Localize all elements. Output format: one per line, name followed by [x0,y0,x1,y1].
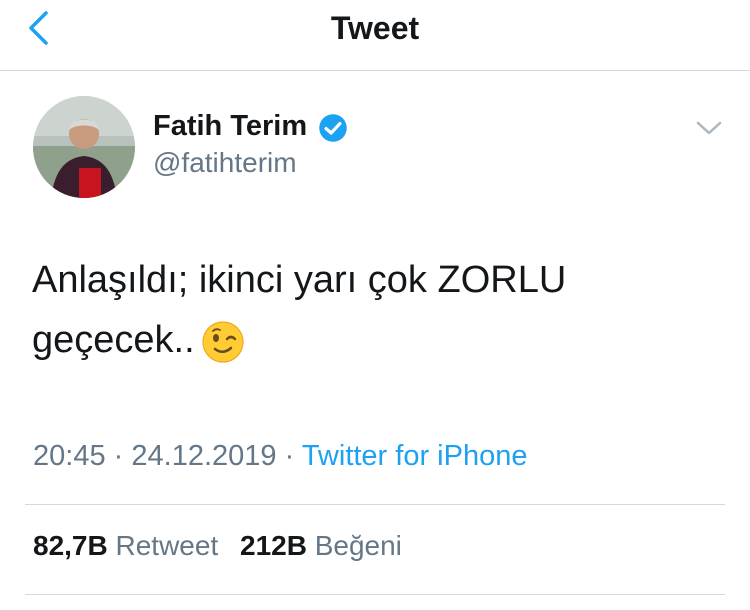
avatar[interactable] [33,96,135,198]
retweet-label: Retweet [115,530,219,561]
chevron-down-icon[interactable] [695,118,723,138]
tweet-time: 20:45 [33,440,106,472]
separator: · [113,440,124,472]
winking-face-emoji-icon [202,321,244,363]
divider [25,594,725,595]
tweet-text: Anlaşıldı; ikinci yarı çok ZORLU geçecek… [32,250,722,370]
divider [25,504,725,505]
tweet-text-line-2: geçecek.. [32,310,722,370]
tweet-date: 24.12.2019 [131,440,277,472]
top-navigation-bar: Tweet [0,0,750,71]
retweets-stat[interactable]: 82,7B Retweet [33,530,218,561]
like-label: Beğeni [314,530,402,561]
verified-badge-icon [319,114,347,142]
engagement-stats: 82,7B Retweet 212B Beğeni [33,530,416,562]
author-handle[interactable]: @fatihterim [153,147,297,179]
separator: · [284,440,295,472]
retweet-count: 82,7B [33,530,108,561]
like-count: 212B [240,530,307,561]
tweet-text-line-1: Anlaşıldı; ikinci yarı çok ZORLU [32,259,567,301]
tweet-metadata: 20:45 · 24.12.2019 · Twitter for iPhone [33,440,527,473]
author-name[interactable]: Fatih Terim [153,110,307,143]
page-title: Tweet [330,10,420,46]
likes-stat[interactable]: 212B Beğeni [240,530,402,561]
tweet-source-link[interactable]: Twitter for iPhone [302,440,528,472]
